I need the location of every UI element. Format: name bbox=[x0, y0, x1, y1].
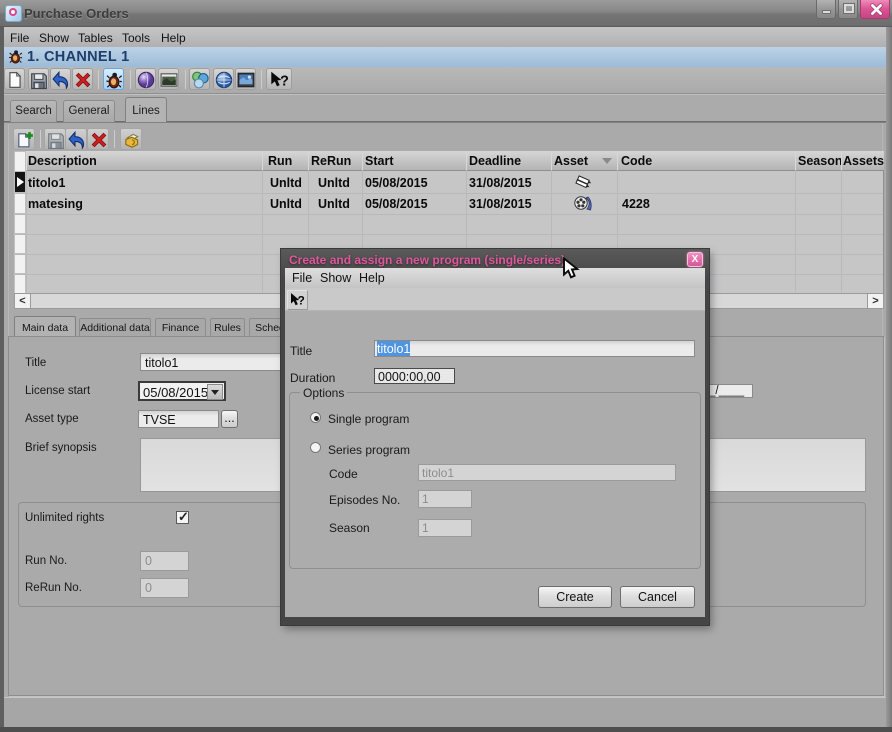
svg-text:?: ? bbox=[280, 74, 289, 90]
svg-text:?: ? bbox=[298, 294, 305, 308]
